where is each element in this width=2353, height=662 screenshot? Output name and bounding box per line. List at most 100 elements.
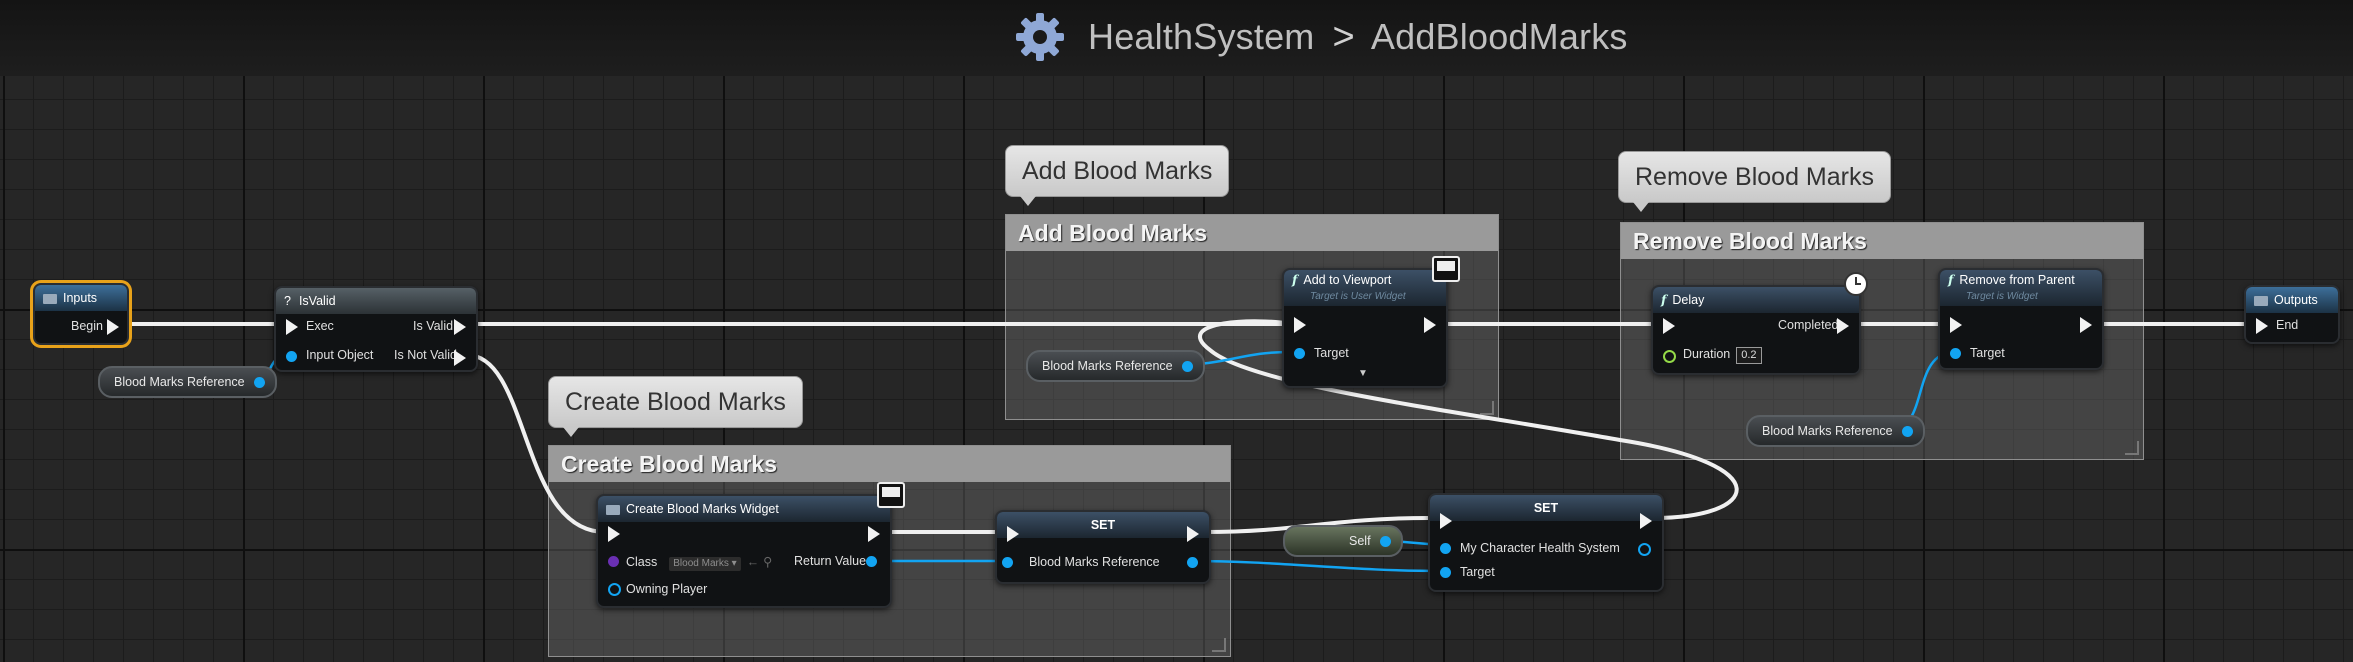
object-out-pin[interactable] — [1187, 557, 1198, 568]
node-header[interactable]: f Delay — [1653, 287, 1859, 313]
browse-arrow-icon[interactable]: ← — [747, 555, 760, 569]
resize-grip[interactable] — [1212, 638, 1226, 652]
node-title: Create Blood Marks Widget — [626, 502, 779, 516]
object-in-pin-target[interactable] — [1440, 567, 1451, 578]
node-inputs[interactable]: Inputs Begin — [33, 283, 129, 345]
float-in-pin[interactable] — [1663, 350, 1676, 363]
exec-out-pin[interactable] — [1424, 317, 1436, 333]
object-out-pin[interactable] — [1181, 361, 1193, 372]
comment-bubble-create-blood-marks[interactable]: Create Blood Marks — [548, 376, 803, 437]
variable-label: Blood Marks Reference — [1762, 424, 1893, 438]
node-remove-from-parent[interactable]: f Remove from Parent Target is Widget Tar… — [1938, 268, 2104, 370]
node-header[interactable]: Create Blood Marks Widget — [598, 496, 890, 522]
variable-get-blood-marks-reference[interactable]: Blood Marks Reference — [1746, 415, 1925, 447]
client-only-icon — [1432, 256, 1460, 282]
node-header[interactable]: SET — [1430, 495, 1662, 521]
exec-out-pin[interactable] — [2080, 317, 2092, 333]
pin-label-end: End — [2276, 318, 2299, 332]
exec-out-pin[interactable] — [1837, 318, 1849, 334]
node-set-my-character-health-system[interactable]: SET My Character Health System Target — [1428, 493, 1664, 592]
resize-grip[interactable] — [1480, 401, 1494, 415]
client-only-icon — [877, 482, 905, 508]
node-delay[interactable]: f Delay Completed Duration 0.2 — [1651, 285, 1861, 375]
object-in-pin[interactable] — [1440, 543, 1451, 554]
exec-out-pin-is-valid[interactable] — [454, 319, 466, 335]
expand-arrow-icon[interactable]: ▼ — [1358, 368, 1368, 379]
class-dropdown[interactable]: Blood Marks ▾ — [669, 557, 741, 571]
variable-get-blood-marks-reference[interactable]: Blood Marks Reference — [1026, 350, 1205, 382]
variable-label: Self — [1349, 534, 1371, 548]
node-title: Add to Viewport — [1303, 273, 1392, 287]
variable-get-self[interactable]: Self — [1283, 525, 1403, 557]
exec-in-pin[interactable] — [286, 319, 298, 335]
exec-in-pin[interactable] — [1663, 318, 1675, 334]
exec-in-pin[interactable] — [608, 526, 620, 542]
exec-in-pin[interactable] — [1007, 526, 1019, 542]
exec-in-pin[interactable] — [1950, 317, 1962, 333]
variable-label: Blood Marks Reference — [1042, 359, 1173, 373]
pin-label-variable: Blood Marks Reference — [1029, 555, 1160, 569]
node-add-to-viewport[interactable]: f Add to Viewport Target is User Widget T… — [1282, 268, 1448, 388]
exec-out-pin[interactable] — [107, 319, 119, 335]
function-icon: f — [1292, 272, 1298, 287]
object-out-pin-return[interactable] — [866, 556, 877, 567]
object-in-pin-target[interactable] — [1294, 348, 1305, 359]
node-header[interactable]: Outputs — [2246, 287, 2338, 313]
object-in-pin[interactable] — [286, 351, 297, 362]
pin-label-target: Target — [1970, 346, 2005, 360]
node-header[interactable]: SET — [997, 512, 1209, 538]
node-set-blood-marks-reference[interactable]: SET Blood Marks Reference — [995, 510, 1211, 584]
resize-grip[interactable] — [2125, 441, 2139, 455]
pin-label-completed: Completed — [1778, 318, 1839, 332]
node-title: Delay — [1672, 293, 1705, 307]
comment-title: Create Blood Marks — [549, 446, 1230, 482]
object-in-pin-owning-player[interactable] — [608, 583, 621, 596]
function-result-icon — [2254, 295, 2268, 306]
object-out-pin[interactable] — [1638, 543, 1651, 556]
object-out-pin[interactable] — [253, 377, 265, 388]
pin-label-is-not-valid: Is Not Valid — [394, 348, 457, 362]
exec-in-pin[interactable] — [2256, 318, 2268, 334]
node-header[interactable]: ? IsValid — [276, 288, 476, 314]
exec-in-pin[interactable] — [1294, 317, 1306, 333]
breadcrumb-parent[interactable]: HealthSystem — [1088, 16, 1315, 58]
node-isvalid[interactable]: ? IsValid Exec Is Valid Input Object Is N… — [274, 286, 478, 372]
comment-bubble-add-blood-marks[interactable]: Add Blood Marks — [1005, 145, 1230, 206]
pin-label-variable: My Character Health System — [1460, 541, 1620, 555]
node-title: Outputs — [2274, 293, 2318, 307]
object-in-pin-target[interactable] — [1950, 348, 1961, 359]
search-icon[interactable]: ⚲ — [763, 555, 772, 569]
node-create-widget[interactable]: Create Blood Marks Widget Class Blood Mar… — [596, 494, 892, 608]
pin-label-target: Target — [1314, 346, 1349, 360]
exec-out-pin[interactable] — [1187, 526, 1199, 542]
node-header[interactable]: Inputs — [35, 285, 127, 311]
graph-title-bar: HealthSystem > AddBloodMarks — [0, 0, 2353, 76]
breadcrumb-separator: > — [1332, 15, 1355, 58]
object-out-pin[interactable] — [1379, 536, 1391, 547]
node-title: IsValid — [298, 294, 336, 308]
node-outputs[interactable]: Outputs End — [2244, 285, 2340, 344]
pin-label-target: Target — [1460, 565, 1495, 579]
object-out-pin[interactable] — [1901, 426, 1913, 437]
class-in-pin[interactable] — [608, 556, 619, 567]
exec-out-pin[interactable] — [1640, 513, 1652, 529]
pin-label-input-object: Input Object — [306, 348, 374, 362]
exec-in-pin[interactable] — [1440, 513, 1452, 529]
object-in-pin[interactable] — [1002, 557, 1013, 568]
duration-input[interactable]: 0.2 — [1736, 347, 1762, 364]
pin-label-is-valid: Is Valid — [413, 319, 454, 333]
variable-get-blood-marks-reference[interactable]: Blood Marks Reference — [98, 366, 277, 398]
pin-label-begin: Begin — [71, 319, 103, 333]
node-title: Inputs — [63, 291, 98, 305]
question-icon: ? — [284, 294, 291, 308]
exec-out-pin-is-not-valid[interactable] — [454, 350, 466, 366]
variable-label: Blood Marks Reference — [114, 375, 245, 389]
pin-label-owning-player: Owning Player — [626, 582, 708, 596]
function-icon: f — [1948, 272, 1954, 287]
node-subtitle: Target is User Widget — [1310, 291, 1406, 302]
comment-bubble-remove-blood-marks[interactable]: Remove Blood Marks — [1618, 151, 1891, 212]
comment-title: Remove Blood Marks — [1621, 223, 2143, 259]
function-entry-icon — [43, 293, 57, 304]
function-icon: f — [1661, 292, 1667, 307]
exec-out-pin[interactable] — [868, 526, 880, 542]
